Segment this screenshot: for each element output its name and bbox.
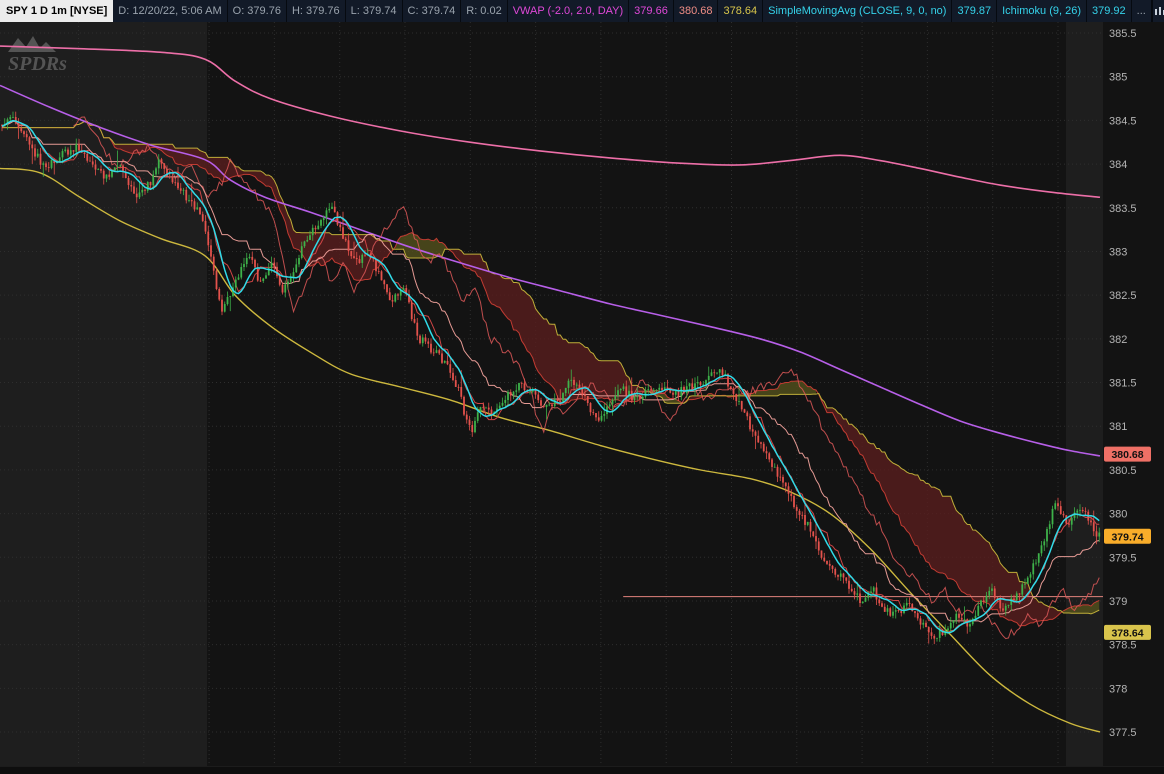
- range-field: R: 0.02: [461, 0, 508, 22]
- study-vwap-value: 379.66: [629, 0, 674, 22]
- app-window: SPY 1 D 1m [NYSE] D: 12/20/22, 5:06 AM O…: [0, 0, 1164, 774]
- svg-text:379.5: 379.5: [1109, 552, 1137, 564]
- study-vwap-upper-value: 380.68: [673, 0, 719, 22]
- chart-toolbar: SPY 1 D 1m [NYSE] D: 12/20/22, 5:06 AM O…: [0, 0, 1164, 22]
- close-field: C: 379.74: [402, 0, 462, 22]
- svg-text:378: 378: [1109, 683, 1127, 695]
- svg-text:381.5: 381.5: [1109, 378, 1137, 390]
- mini-candles-icon: [1154, 7, 1164, 15]
- svg-text:382: 382: [1109, 334, 1127, 346]
- study-sma-label[interactable]: SimpleMovingAvg (CLOSE, 9, 0, no): [763, 0, 953, 22]
- svg-text:377.5: 377.5: [1109, 727, 1137, 739]
- svg-text:385.5: 385.5: [1109, 28, 1137, 40]
- studies-overflow[interactable]: ...: [1131, 0, 1152, 22]
- study-vwap-label[interactable]: VWAP (-2.0, 2.0, DAY): [507, 0, 630, 22]
- study-ichimoku-label[interactable]: Ichimoku (9, 26): [997, 0, 1087, 22]
- svg-text:385: 385: [1109, 72, 1127, 84]
- price-axis-background: [1103, 22, 1164, 774]
- open-field: O: 379.76: [227, 0, 287, 22]
- svg-text:378.5: 378.5: [1109, 640, 1137, 652]
- time-scrollbar[interactable]: [0, 766, 1164, 774]
- study-ichimoku-value: 379.92: [1087, 0, 1132, 22]
- svg-text:380: 380: [1109, 509, 1127, 521]
- study-vwap-lower-value: 378.64: [718, 0, 764, 22]
- svg-text:SPDRs: SPDRs: [8, 53, 67, 75]
- date-field: D: 12/20/22, 5:06 AM: [113, 0, 228, 22]
- symbol-chip[interactable]: SPY 1 D 1m [NYSE]: [0, 0, 114, 22]
- chart-canvas[interactable]: SPDRs 385.5 385 384.5 384 383.5 383 382.5 382 381…: [0, 22, 1164, 774]
- svg-text:379.74: 379.74: [1111, 531, 1143, 543]
- axis-price-badge: 380.68: [1104, 446, 1151, 462]
- scrollbar-divider: [0, 766, 1164, 767]
- svg-text:384.5: 384.5: [1109, 115, 1137, 127]
- chart-style-icon[interactable]: [1151, 0, 1164, 22]
- low-field: L: 379.74: [345, 0, 403, 22]
- svg-text:378.64: 378.64: [1111, 627, 1143, 639]
- svg-text:383: 383: [1109, 246, 1127, 258]
- svg-text:381: 381: [1109, 421, 1127, 433]
- svg-text:379: 379: [1109, 596, 1127, 608]
- svg-text:384: 384: [1109, 159, 1127, 171]
- session-band: [1066, 22, 1103, 774]
- svg-text:382.5: 382.5: [1109, 290, 1137, 302]
- svg-text:383.5: 383.5: [1109, 203, 1137, 215]
- axis-price-badge: 378.64: [1104, 624, 1151, 640]
- svg-text:380.68: 380.68: [1111, 449, 1143, 461]
- svg-text:380.5: 380.5: [1109, 465, 1137, 477]
- axis-price-badge: 379.74: [1104, 528, 1151, 544]
- study-sma-value: 379.87: [952, 0, 998, 22]
- high-field: H: 379.76: [286, 0, 346, 22]
